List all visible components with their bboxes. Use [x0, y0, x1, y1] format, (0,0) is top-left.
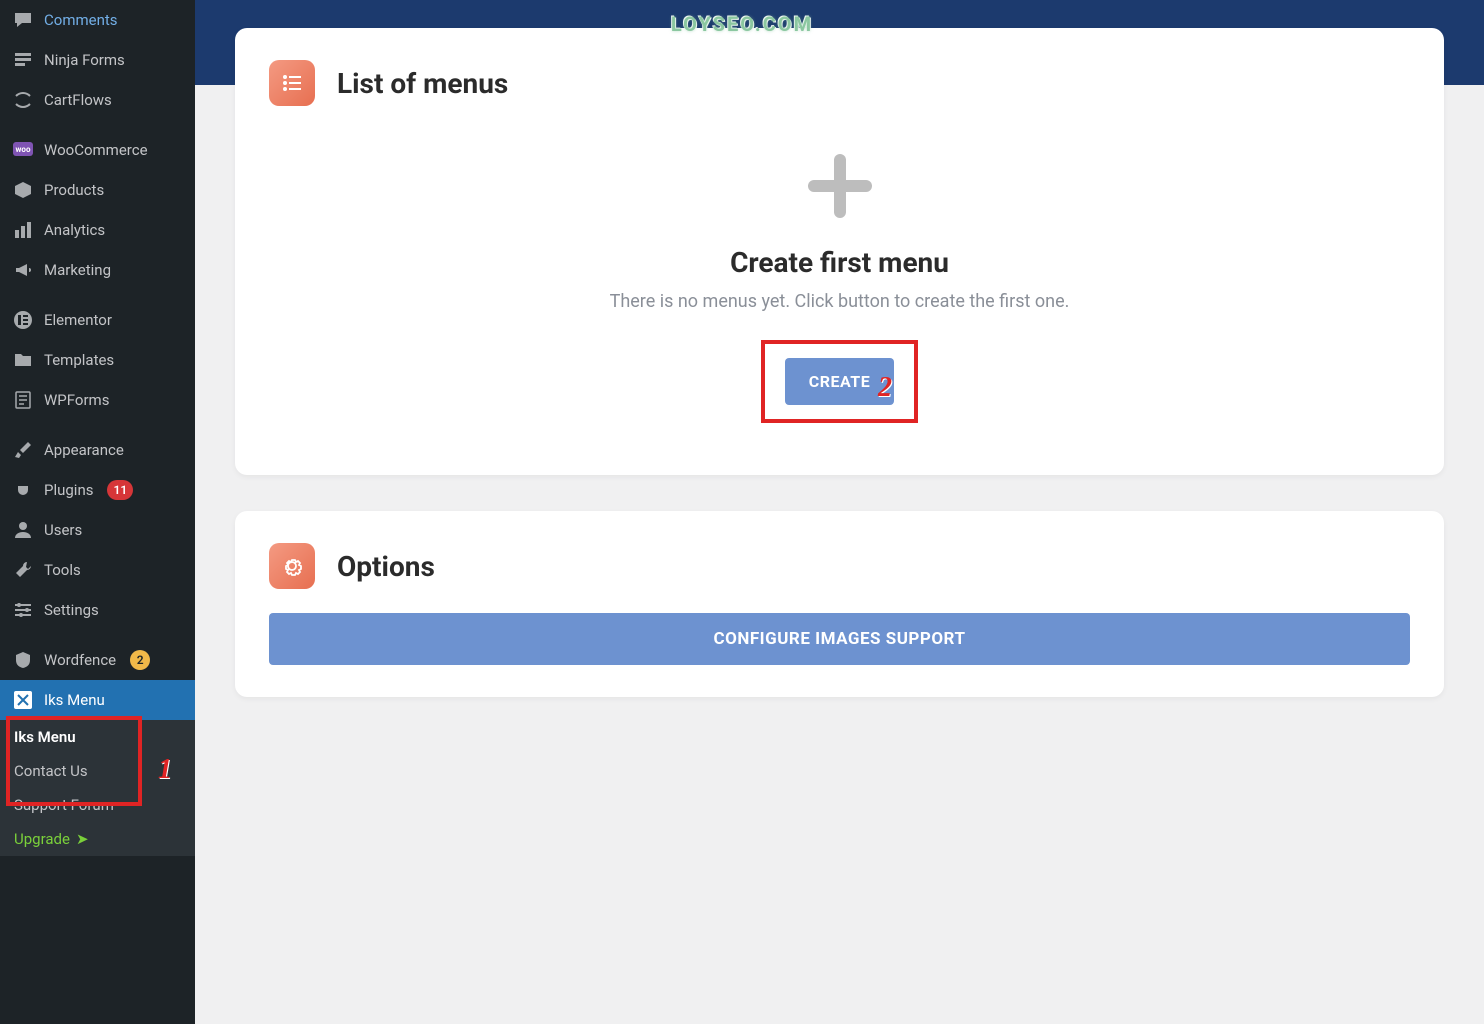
- arrow-icon: ➤: [76, 830, 89, 848]
- menus-card: List of menus Create first menu There is…: [235, 28, 1444, 475]
- sidebar-item-marketing[interactable]: Marketing: [0, 250, 195, 290]
- form-icon: [12, 49, 34, 71]
- sidebar-item-elementor[interactable]: Elementor: [0, 300, 195, 340]
- plug-icon: [12, 479, 34, 501]
- iks-icon: [12, 689, 34, 711]
- sidebar-item-label: Iks Menu: [44, 691, 105, 709]
- sidebar-item-label: CartFlows: [44, 91, 112, 109]
- sidebar-item-appearance[interactable]: Appearance: [0, 430, 195, 470]
- sidebar-item-label: WPForms: [44, 391, 109, 409]
- sidebar-item-settings[interactable]: Settings: [0, 590, 195, 630]
- sidebar-item-wordfence[interactable]: Wordfence 2: [0, 640, 195, 680]
- sidebar-item-label: Ninja Forms: [44, 51, 125, 69]
- watermark-text: LOYSEO.COM: [671, 12, 813, 36]
- settings-icon: [12, 599, 34, 621]
- sidebar-item-cartflows[interactable]: CartFlows: [0, 80, 195, 120]
- sidebar-item-comments[interactable]: Comments: [0, 0, 195, 40]
- submenu-label: Upgrade: [14, 830, 70, 848]
- wordfence-badge: 2: [130, 650, 150, 670]
- submenu-label: Support Forum: [14, 796, 114, 814]
- sidebar-item-label: Templates: [44, 351, 114, 369]
- empty-title: Create first menu: [730, 246, 949, 279]
- elementor-icon: [12, 309, 34, 331]
- sidebar-item-label: Users: [44, 521, 82, 539]
- submenu-label: Contact Us: [14, 762, 88, 780]
- megaphone-icon: [12, 259, 34, 281]
- options-card: Options CONFIGURE IMAGES SUPPORT: [235, 511, 1444, 697]
- sidebar-item-label: Marketing: [44, 261, 111, 279]
- sidebar-item-label: Settings: [44, 601, 99, 619]
- empty-state: Create first menu There is no menus yet.…: [269, 116, 1410, 443]
- sidebar-item-label: Elementor: [44, 311, 112, 329]
- sidebar-item-products[interactable]: Products: [0, 170, 195, 210]
- admin-sidebar: Comments Ninja Forms CartFlows woo WooCo…: [0, 0, 195, 1024]
- annotation-number-2: 2: [878, 372, 892, 404]
- menus-card-title: List of menus: [337, 67, 508, 100]
- sidebar-item-wpforms[interactable]: WPForms: [0, 380, 195, 420]
- wpforms-icon: [12, 389, 34, 411]
- empty-subtitle: There is no menus yet. Click button to c…: [610, 291, 1070, 312]
- wrench-icon: [12, 559, 34, 581]
- gear-icon: [269, 543, 315, 589]
- plugins-badge: 11: [107, 480, 133, 500]
- woo-icon: woo: [12, 139, 34, 161]
- submenu-label: Iks Menu: [14, 728, 76, 746]
- brush-icon: [12, 439, 34, 461]
- wordfence-icon: [12, 649, 34, 671]
- annotation-number-1: 1: [158, 754, 172, 786]
- create-highlight-box: CREATE: [761, 340, 918, 423]
- sidebar-item-label: WooCommerce: [44, 141, 148, 159]
- sidebar-item-ninjaforms[interactable]: Ninja Forms: [0, 40, 195, 80]
- comment-icon: [12, 9, 34, 31]
- list-icon: [269, 60, 315, 106]
- sidebar-item-tools[interactable]: Tools: [0, 550, 195, 590]
- box-icon: [12, 179, 34, 201]
- sidebar-item-users[interactable]: Users: [0, 510, 195, 550]
- svg-text:woo: woo: [16, 145, 31, 154]
- main-content: LOYSEO.COM List of menus Create first me…: [195, 0, 1484, 1024]
- user-icon: [12, 519, 34, 541]
- plus-icon: [800, 146, 880, 226]
- submenu-item-upgrade[interactable]: Upgrade ➤: [0, 822, 195, 856]
- sidebar-item-label: Plugins: [44, 481, 93, 499]
- sidebar-item-label: Comments: [44, 11, 118, 29]
- chart-icon: [12, 219, 34, 241]
- sidebar-item-label: Products: [44, 181, 104, 199]
- submenu-item-iksmenu[interactable]: Iks Menu: [0, 720, 195, 754]
- sidebar-item-templates[interactable]: Templates: [0, 340, 195, 380]
- sidebar-item-label: Wordfence: [44, 651, 116, 669]
- options-card-title: Options: [337, 550, 435, 583]
- sidebar-item-analytics[interactable]: Analytics: [0, 210, 195, 250]
- sidebar-item-label: Analytics: [44, 221, 105, 239]
- sidebar-item-woocommerce[interactable]: woo WooCommerce: [0, 130, 195, 170]
- configure-images-button[interactable]: CONFIGURE IMAGES SUPPORT: [269, 613, 1410, 665]
- cartflows-icon: [12, 89, 34, 111]
- folder-icon: [12, 349, 34, 371]
- sidebar-item-iksmenu[interactable]: Iks Menu: [0, 680, 195, 720]
- sidebar-item-label: Appearance: [44, 441, 124, 459]
- sidebar-item-plugins[interactable]: Plugins 11: [0, 470, 195, 510]
- sidebar-item-label: Tools: [44, 561, 81, 579]
- submenu-item-support[interactable]: Support Forum: [0, 788, 195, 822]
